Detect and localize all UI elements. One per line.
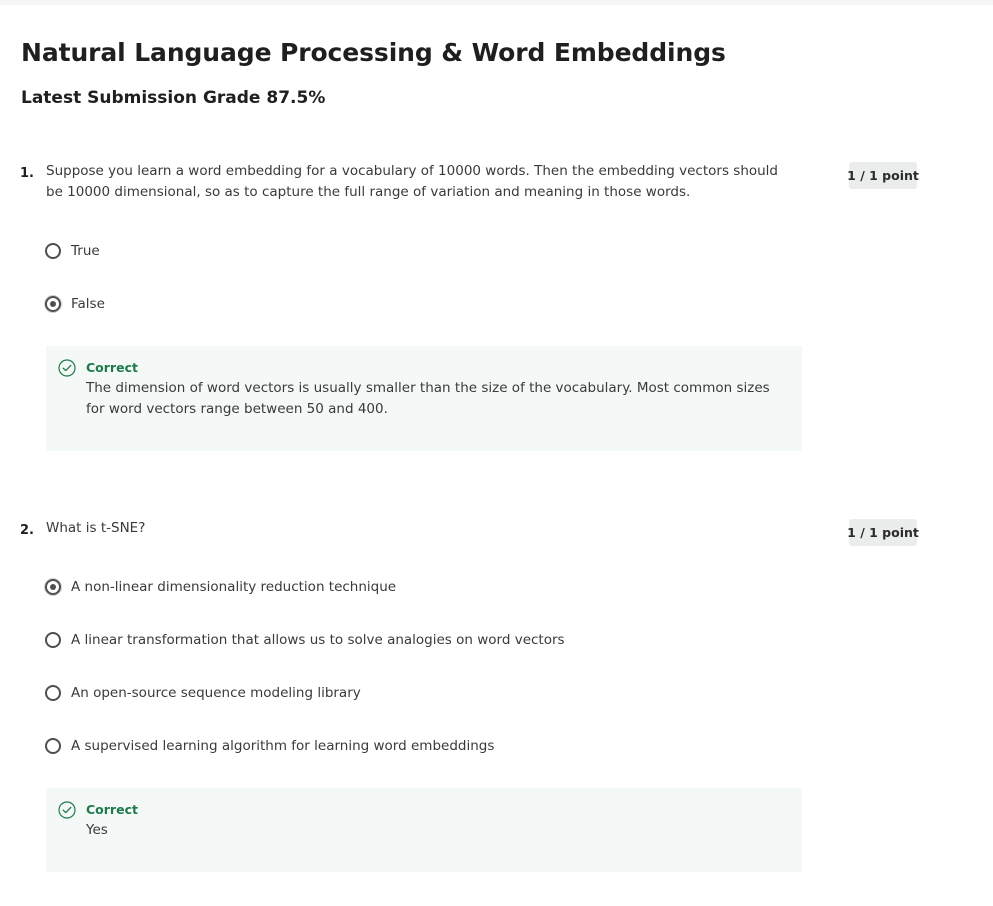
option-false[interactable]: False — [45, 294, 105, 314]
radio-button[interactable] — [45, 738, 61, 754]
question-number: 2. — [20, 523, 34, 538]
feedback-text: The dimension of word vectors is usually… — [86, 380, 770, 417]
option-label: True — [71, 243, 100, 259]
question-text: What is t-SNE? — [46, 520, 146, 536]
feedback-box: Correct Yes — [46, 788, 802, 872]
option-label: A supervised learning algorithm for lear… — [71, 738, 495, 754]
option-true[interactable]: True — [45, 241, 100, 261]
top-bar — [0, 0, 993, 5]
question-text: Suppose you learn a word embedding for a… — [46, 163, 779, 200]
radio-button[interactable] — [45, 685, 61, 701]
feedback-box: Correct The dimension of word vectors is… — [46, 346, 802, 451]
feedback-title: Correct — [86, 802, 138, 817]
page-title: Natural Language Processing & Word Embed… — [21, 38, 726, 67]
submission-grade: Latest Submission Grade 87.5% — [21, 88, 326, 108]
feedback-title: Correct — [86, 360, 138, 375]
check-circle-icon — [58, 801, 76, 819]
radio-button[interactable] — [45, 243, 61, 259]
feedback-text: Yes — [86, 822, 108, 838]
option-label: False — [71, 296, 105, 312]
points-badge: 1 / 1 point — [847, 162, 919, 189]
option-label: An open-source sequence modeling library — [71, 685, 361, 701]
option-supervised-learning[interactable]: A supervised learning algorithm for lear… — [45, 736, 494, 756]
check-circle-icon — [58, 359, 76, 377]
radio-button[interactable] — [45, 632, 61, 648]
radio-button-selected[interactable] — [45, 579, 61, 595]
option-open-source-library[interactable]: An open-source sequence modeling library — [45, 683, 361, 703]
option-linear-transformation[interactable]: A linear transformation that allows us t… — [45, 630, 565, 650]
option-label: A non-linear dimensionality reduction te… — [71, 579, 397, 595]
option-non-linear[interactable]: A non-linear dimensionality reduction te… — [45, 577, 396, 597]
radio-button-selected[interactable] — [45, 296, 61, 312]
option-label: A linear transformation that allows us t… — [71, 632, 565, 648]
points-badge: 1 / 1 point — [847, 519, 919, 546]
question-number: 1. — [20, 166, 34, 181]
